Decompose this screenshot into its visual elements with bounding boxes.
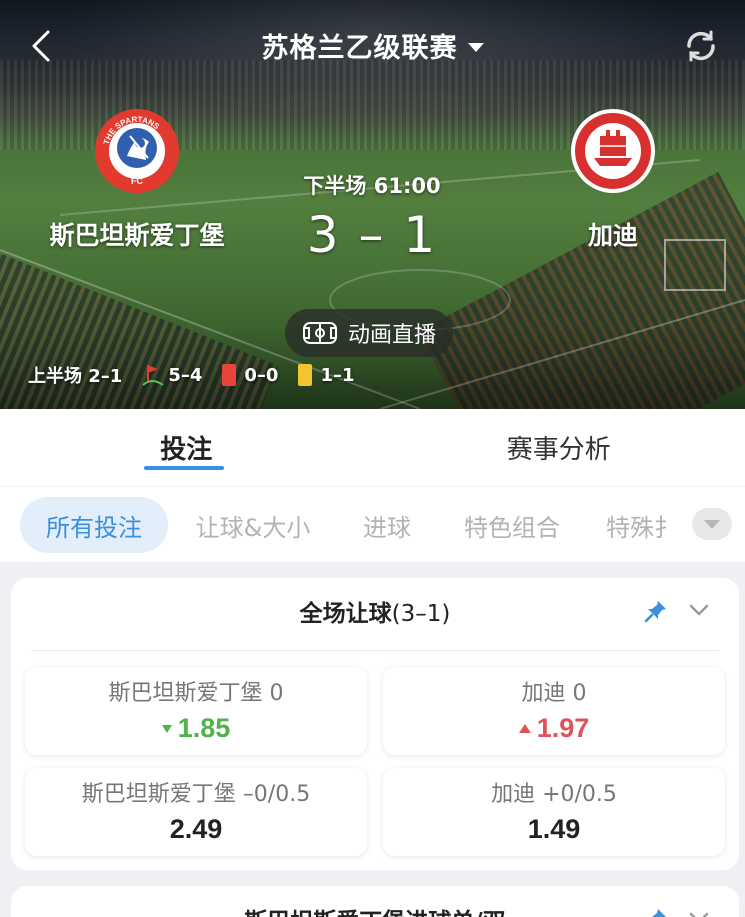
refresh-icon[interactable] — [683, 28, 719, 64]
odds-up-icon — [518, 724, 531, 733]
active-tab-indicator — [144, 466, 225, 470]
yellow-cards-count: 1–1 — [320, 364, 355, 386]
red-card-icon — [222, 364, 237, 386]
chevron-down-icon — [704, 519, 720, 529]
subtab-goals[interactable]: 进球 — [352, 497, 422, 553]
odds-down-icon — [161, 724, 172, 733]
away-team: 加迪 — [513, 108, 713, 252]
subtab-special[interactable]: 特殊扌 — [606, 497, 678, 553]
clyde-logo — [571, 109, 655, 193]
market-home-goals-odd-even: 斯巴坦斯爱丁堡进球单/双 — [11, 886, 739, 917]
odds-button[interactable]: 加迪 +0/0.5 1.49 — [383, 768, 725, 856]
subtab-featured-combos[interactable]: 特色组合 — [452, 497, 572, 553]
tab-betting[interactable]: 投注 — [0, 409, 373, 486]
corners-count: 5–4 — [168, 364, 203, 386]
league-title: 苏格兰乙级联赛 — [261, 33, 458, 64]
match-header: 苏格兰乙级联赛 FC THE SPARTANS 斯巴坦斯爱丁堡 下半场 61:0… — [0, 0, 745, 409]
live-animation-button[interactable]: 动画直播 — [285, 309, 453, 357]
first-half-score: 上半场 2–1 — [28, 366, 123, 387]
match-stats: 上半场 2–1 5–4 0–0 1–1 — [28, 362, 375, 388]
match-period: 下半场 61:00 — [303, 174, 441, 198]
pin-icon[interactable] — [643, 598, 669, 624]
pitch-icon — [302, 322, 337, 344]
odds-label: 斯巴坦斯爱丁堡 0 — [108, 681, 284, 706]
odds-button[interactable]: 斯巴坦斯爱丁堡 0 1.85 — [25, 667, 367, 755]
odds-value: 1.97 — [383, 713, 725, 744]
market-title: 斯巴坦斯爱丁堡进球单/双 — [11, 902, 739, 917]
live-animation-label: 动画直播 — [347, 323, 436, 348]
dropdown-caret-icon — [467, 43, 484, 52]
pin-icon[interactable] — [643, 906, 669, 917]
red-cards-count: 0–0 — [244, 364, 279, 386]
bet-category-tabs: 所有投注 让球&大小 进球 特色组合 特殊扌 — [0, 486, 745, 562]
odds-value: 2.49 — [169, 814, 223, 844]
divider — [31, 650, 719, 651]
market-full-handicap: 全场让球(3–1) 斯巴坦斯爱丁堡 0 1.85 加迪 0 1.97 斯巴坦斯爱… — [11, 578, 739, 870]
tab-match-analysis[interactable]: 赛事分析 — [373, 409, 745, 486]
main-tabs: 投注 赛事分析 — [0, 409, 745, 486]
subtab-handicap-totals[interactable]: 让球&大小 — [186, 497, 320, 553]
odds-button[interactable]: 斯巴坦斯爱丁堡 –0/0.5 2.49 — [25, 768, 367, 856]
odds-value: 1.49 — [527, 814, 581, 844]
match-score: 3 – 1 — [306, 206, 438, 264]
odds-button[interactable]: 加迪 0 1.97 — [383, 667, 725, 755]
odds-label: 加迪 +0/0.5 — [491, 782, 617, 807]
market-title: 全场让球(3–1) — [299, 601, 451, 627]
league-selector[interactable]: 苏格兰乙级联赛 — [0, 26, 745, 65]
odds-label: 斯巴坦斯爱丁堡 –0/0.5 — [81, 782, 311, 807]
chevron-down-icon[interactable] — [687, 600, 711, 620]
score-panel: 下半场 61:00 3 – 1 — [272, 170, 472, 264]
yellow-card-icon — [298, 364, 313, 386]
subtab-all-bets[interactable]: 所有投注 — [20, 497, 168, 553]
spartans-logo: FC THE SPARTANS — [95, 109, 179, 193]
corner-flag-icon — [142, 365, 164, 386]
away-team-name: 加迪 — [587, 221, 638, 250]
odds-value: 1.85 — [25, 713, 367, 744]
home-team: FC THE SPARTANS 斯巴坦斯爱丁堡 — [37, 108, 237, 252]
svg-text:FC: FC — [131, 176, 143, 186]
home-team-name: 斯巴坦斯爱丁堡 — [49, 221, 225, 250]
odds-label: 加迪 0 — [521, 681, 587, 706]
chevron-down-icon[interactable] — [687, 908, 711, 917]
more-tabs-button[interactable] — [692, 508, 732, 540]
